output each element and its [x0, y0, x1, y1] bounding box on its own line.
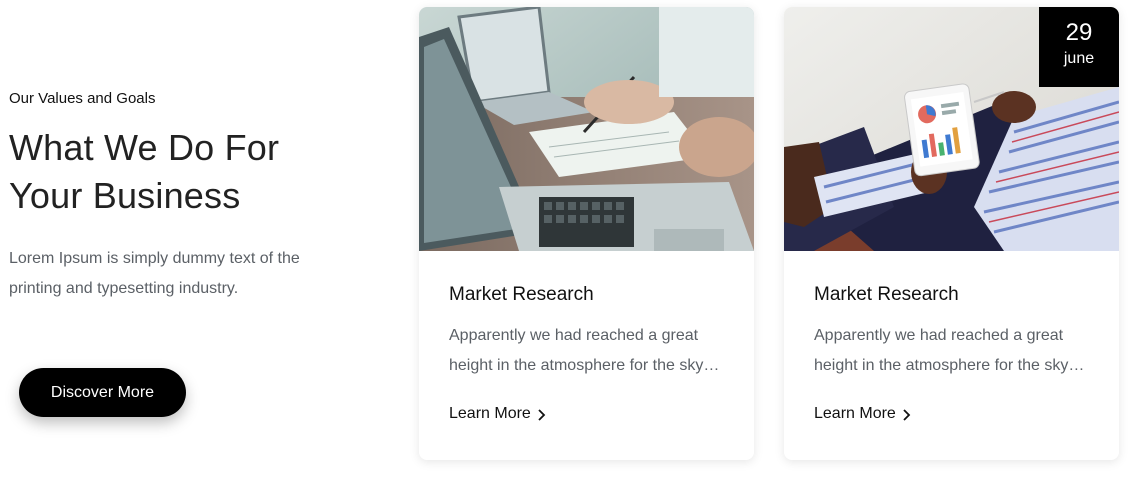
- card-title: Market Research: [814, 284, 959, 305]
- card-text: Apparently we had reached a great height…: [449, 327, 704, 374]
- learn-more-label: Learn More: [449, 405, 531, 422]
- service-card: 29 june Market Research Apparently we ha…: [784, 7, 1119, 460]
- services-section: Our Values and Goals What We Do For Your…: [0, 0, 1133, 480]
- learn-more-label: Learn More: [814, 405, 896, 422]
- card-text: Apparently we had reached a great height…: [814, 327, 1069, 374]
- chevron-right-icon: [537, 408, 547, 421]
- section-description: Lorem Ipsum is simply dummy text of the …: [9, 250, 300, 297]
- laptop-desk-photo: [419, 7, 754, 251]
- card-title: Market Research: [449, 284, 594, 305]
- chevron-right-icon: [902, 408, 912, 421]
- learn-more-link[interactable]: Learn More: [449, 405, 547, 423]
- discover-more-button[interactable]: Discover More: [19, 368, 186, 417]
- section-eyebrow: Our Values and Goals: [9, 90, 156, 107]
- service-card: Market Research Apparently we had reache…: [419, 7, 754, 460]
- section-headline: What We Do For Your Business: [9, 127, 280, 216]
- date-month: june: [1063, 50, 1095, 67]
- learn-more-link[interactable]: Learn More: [814, 405, 912, 423]
- date-day: 29: [1065, 19, 1093, 46]
- date-badge: 29 june: [1039, 7, 1119, 87]
